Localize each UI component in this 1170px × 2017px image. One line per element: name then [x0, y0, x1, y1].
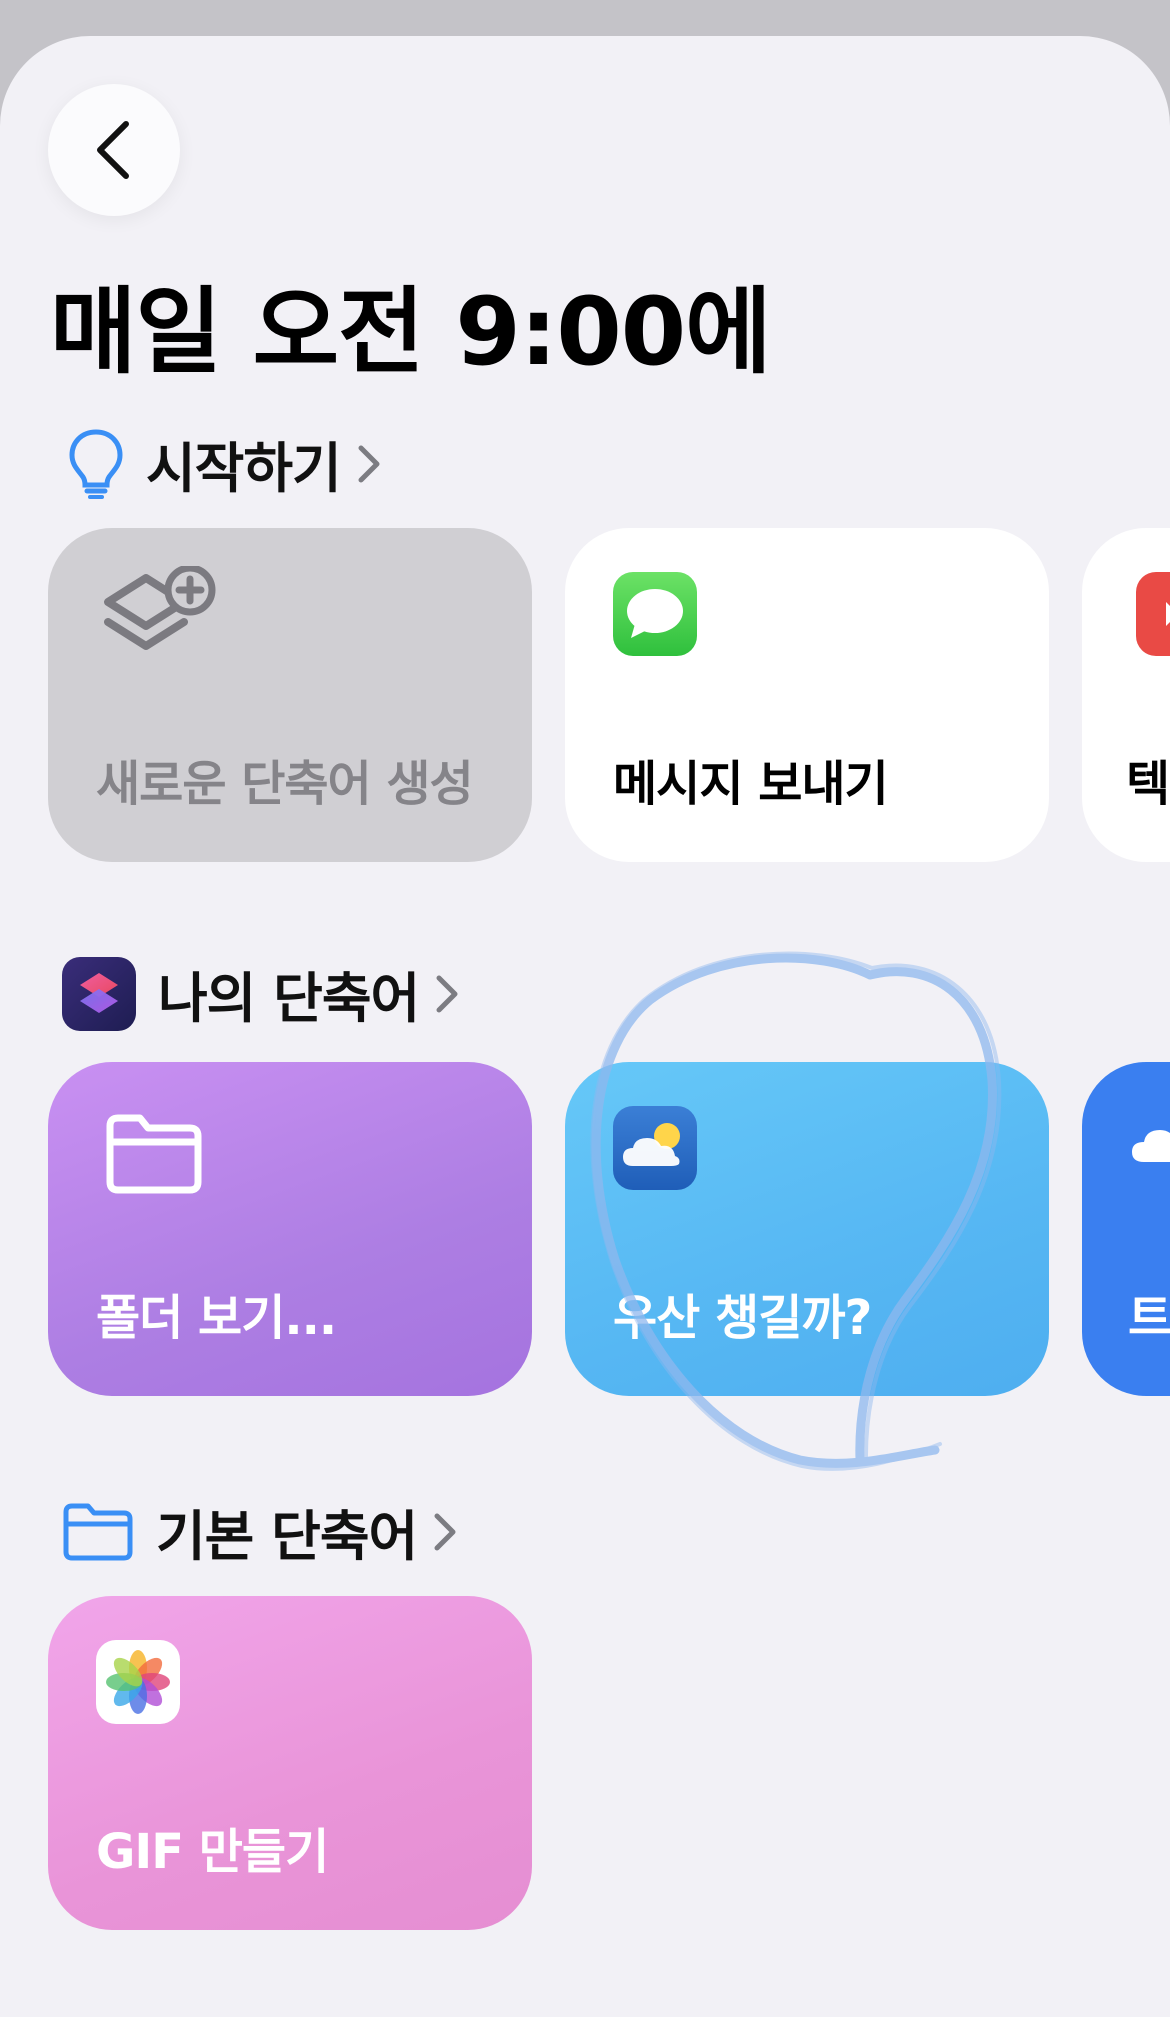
chevron-right-icon	[431, 1510, 459, 1554]
card-label: 새로운 단축어 생성	[96, 756, 474, 812]
folder-icon	[63, 1503, 133, 1560]
chevron-left-icon	[97, 121, 129, 179]
card-label: 폴더 보기...	[96, 1290, 337, 1346]
folder-icon	[102, 1112, 206, 1200]
card-label: GIF 만들기	[96, 1824, 329, 1880]
chevron-right-icon	[355, 442, 383, 486]
make-gif-card[interactable]: GIF 만들기	[48, 1596, 532, 1930]
section-getting-started[interactable]: 시작하기	[68, 424, 383, 503]
messages-app-icon	[613, 572, 697, 656]
section-label: 기본 단축어	[156, 1505, 418, 1568]
back-button[interactable]	[48, 84, 180, 216]
new-shortcut-card[interactable]: 새로운 단축어 생성	[48, 528, 532, 862]
section-starter-shortcuts[interactable]: 기본 단축어	[62, 1492, 459, 1571]
photos-app-icon	[96, 1640, 180, 1724]
umbrella-card[interactable]: 우산 챙길까?	[565, 1062, 1049, 1396]
view-folder-card[interactable]: 폴더 보기...	[48, 1062, 532, 1396]
cloud-icon	[1130, 1112, 1170, 1176]
card-label: 메시지 보내기	[613, 756, 889, 812]
section-my-shortcuts[interactable]: 나의 단축어	[62, 954, 461, 1033]
weather-app-icon	[613, 1106, 697, 1190]
card-label: 트	[1128, 1290, 1170, 1346]
send-message-card[interactable]: 메시지 보내기	[565, 528, 1049, 862]
layers-plus-icon	[98, 564, 218, 680]
page-title: 매일 오전 9:00에	[50, 278, 772, 387]
partial-text-card[interactable]: 텍	[1082, 528, 1170, 862]
card-label: 우산 챙길까?	[613, 1290, 872, 1346]
partial-app-icon	[1136, 572, 1170, 656]
section-label: 시작하기	[146, 437, 342, 500]
shortcuts-sheet: 매일 오전 9:00에 시작하기 새로운 단축어 생성 메시지 보내기 텍 나의…	[0, 36, 1170, 2017]
chevron-right-icon	[433, 972, 461, 1016]
section-label: 나의 단축어	[158, 967, 420, 1030]
lightbulb-icon	[69, 428, 123, 499]
partial-blue-card[interactable]: 트	[1082, 1062, 1170, 1396]
shortcuts-app-icon	[62, 956, 136, 1031]
card-label: 텍	[1126, 756, 1170, 812]
